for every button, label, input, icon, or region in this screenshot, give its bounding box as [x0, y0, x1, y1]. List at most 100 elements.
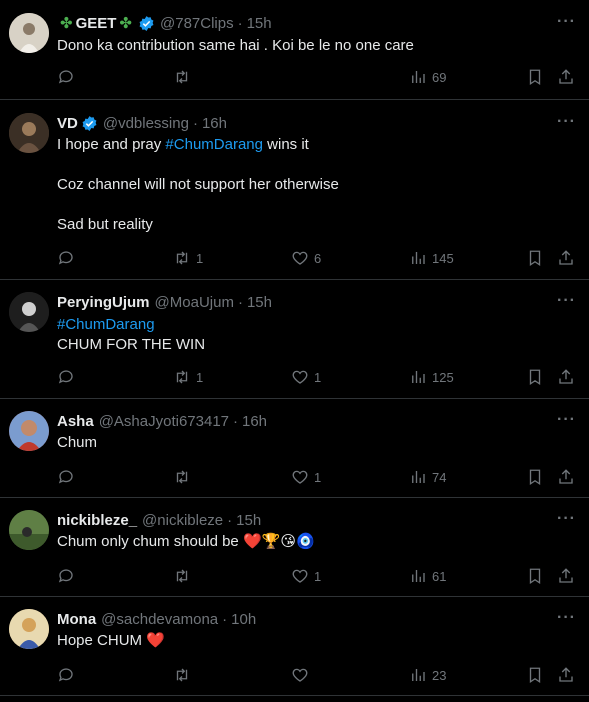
- retweet-button[interactable]: [173, 566, 191, 586]
- more-options-icon[interactable]: ···: [557, 14, 575, 35]
- handle[interactable]: @sachdevamona: [101, 611, 218, 628]
- more-options-icon[interactable]: ···: [557, 412, 575, 433]
- tweet-geet[interactable]: ✤ GEET ✤ @787Clips · 15h ··· Dono ka con…: [0, 0, 589, 100]
- reply-button[interactable]: [57, 367, 75, 387]
- avatar[interactable]: [9, 411, 49, 451]
- bookmark-icon: [529, 469, 541, 486]
- share-button[interactable]: [557, 67, 575, 87]
- timestamp[interactable]: 16h: [202, 115, 227, 132]
- handle[interactable]: @nickibleze: [142, 512, 223, 529]
- avatar[interactable]: [9, 292, 49, 332]
- bookmark-icon: [529, 69, 541, 86]
- share-button[interactable]: [557, 248, 575, 268]
- reply-button[interactable]: [57, 248, 75, 268]
- tweet-mona[interactable]: Mona @sachdevamona · 10h ··· Hope CHUM ❤…: [0, 597, 589, 696]
- like-button[interactable]: 1: [291, 566, 321, 586]
- timestamp[interactable]: 15h: [247, 294, 272, 311]
- tweet-text: Chum: [57, 433, 569, 453]
- more-options-icon[interactable]: ···: [557, 114, 575, 135]
- avatar[interactable]: [9, 510, 49, 550]
- like-button[interactable]: 6: [291, 248, 321, 268]
- display-name[interactable]: nickibleze_: [57, 512, 137, 529]
- views-count: 145: [432, 250, 454, 266]
- handle[interactable]: @AshaJyoti673417: [99, 413, 229, 430]
- handle[interactable]: @MoaUjum: [155, 294, 234, 311]
- views-count: 23: [432, 667, 447, 683]
- views-button[interactable]: 74: [409, 467, 446, 487]
- views-button[interactable]: 145: [409, 248, 454, 268]
- views-button[interactable]: 23: [409, 665, 446, 685]
- share-icon: [559, 568, 573, 583]
- heart-emoji: ❤️: [146, 632, 165, 649]
- hashtag-link[interactable]: #ChumDarang: [57, 315, 569, 335]
- hashtag-link[interactable]: #ChumDarang: [165, 136, 263, 153]
- like-button[interactable]: 1: [291, 467, 321, 487]
- like-count: 6: [314, 250, 322, 266]
- tweet-line: Dono ka contribution same hai . Koi be l…: [57, 37, 414, 54]
- timestamp[interactable]: 15h: [236, 512, 261, 529]
- timestamp[interactable]: 10h: [231, 611, 256, 628]
- display-name[interactable]: PeryingUjum: [57, 294, 150, 311]
- display-name[interactable]: GEET: [76, 15, 117, 32]
- handle[interactable]: @787Clips: [160, 15, 234, 32]
- reply-button[interactable]: [57, 566, 75, 586]
- tweet-line: CHUM FOR THE WIN: [57, 336, 206, 353]
- views-button[interactable]: 69: [409, 67, 446, 87]
- display-name[interactable]: Mona: [57, 611, 96, 628]
- views-button[interactable]: 125: [409, 367, 454, 387]
- timestamp[interactable]: 16h: [242, 413, 267, 430]
- separator-dot: ·: [222, 610, 228, 628]
- tweet-line: Coz channel will not support her otherwi…: [57, 176, 339, 193]
- display-name[interactable]: Asha: [57, 413, 94, 430]
- more-options-icon[interactable]: ···: [557, 511, 575, 532]
- tweet-vd[interactable]: VD @vdblessing · 16h ··· I hope and pray…: [0, 100, 589, 280]
- text-fragment: Chum only chum should be: [57, 533, 239, 550]
- heart-icon: [292, 569, 308, 583]
- bookmark-button[interactable]: [526, 67, 544, 87]
- more-options-icon[interactable]: ···: [557, 610, 575, 631]
- retweet-button[interactable]: [173, 665, 191, 685]
- like-button[interactable]: [291, 665, 309, 685]
- avatar[interactable]: [9, 13, 49, 53]
- bookmark-button[interactable]: [526, 367, 544, 387]
- reply-icon: [58, 70, 73, 84]
- like-button[interactable]: 1: [291, 367, 321, 387]
- heart-icon: [292, 470, 308, 484]
- timestamp[interactable]: 15h: [247, 15, 272, 32]
- share-button[interactable]: [557, 665, 575, 685]
- retweet-icon: [176, 251, 188, 265]
- reply-button[interactable]: [57, 67, 75, 87]
- share-icon: [559, 369, 573, 384]
- retweet-button[interactable]: 1: [173, 367, 203, 387]
- tweet-nickibleze[interactable]: nickibleze_ @nickibleze · 15h ··· Chum o…: [0, 498, 589, 597]
- retweet-button[interactable]: [173, 67, 191, 87]
- reply-icon: [58, 668, 73, 682]
- display-name[interactable]: VD: [57, 115, 78, 132]
- views-button[interactable]: 61: [409, 566, 446, 586]
- tweet-text: I hope and pray #ChumDarang wins it Coz …: [57, 135, 569, 235]
- tweet-peryingujum[interactable]: PeryingUjum @MoaUjum · 15h ··· #ChumDara…: [0, 280, 589, 399]
- avatar-image: [9, 411, 49, 451]
- bookmark-button[interactable]: [526, 467, 544, 487]
- share-button[interactable]: [557, 467, 575, 487]
- avatar-image: [9, 510, 49, 550]
- bookmark-button[interactable]: [526, 248, 544, 268]
- share-button[interactable]: [557, 566, 575, 586]
- reply-button[interactable]: [57, 467, 75, 487]
- share-button[interactable]: [557, 367, 575, 387]
- tweet-asha[interactable]: Asha @AshaJyoti673417 · 16h ··· Chum 1 7…: [0, 399, 589, 498]
- reply-button[interactable]: [57, 665, 75, 685]
- retweet-button[interactable]: [173, 467, 191, 487]
- avatar[interactable]: [9, 113, 49, 153]
- tweet-text: Dono ka contribution same hai . Koi be l…: [57, 36, 569, 56]
- bookmark-icon: [529, 250, 541, 267]
- more-options-icon[interactable]: ···: [557, 293, 575, 314]
- handle[interactable]: @vdblessing: [103, 115, 189, 132]
- bookmark-button[interactable]: [526, 566, 544, 586]
- avatar[interactable]: [9, 609, 49, 649]
- bookmark-button[interactable]: [526, 665, 544, 685]
- separator-dot: ·: [227, 511, 233, 529]
- tweet-header: nickibleze_ @nickibleze · 15h: [57, 510, 261, 530]
- retweet-button[interactable]: 1: [173, 248, 203, 268]
